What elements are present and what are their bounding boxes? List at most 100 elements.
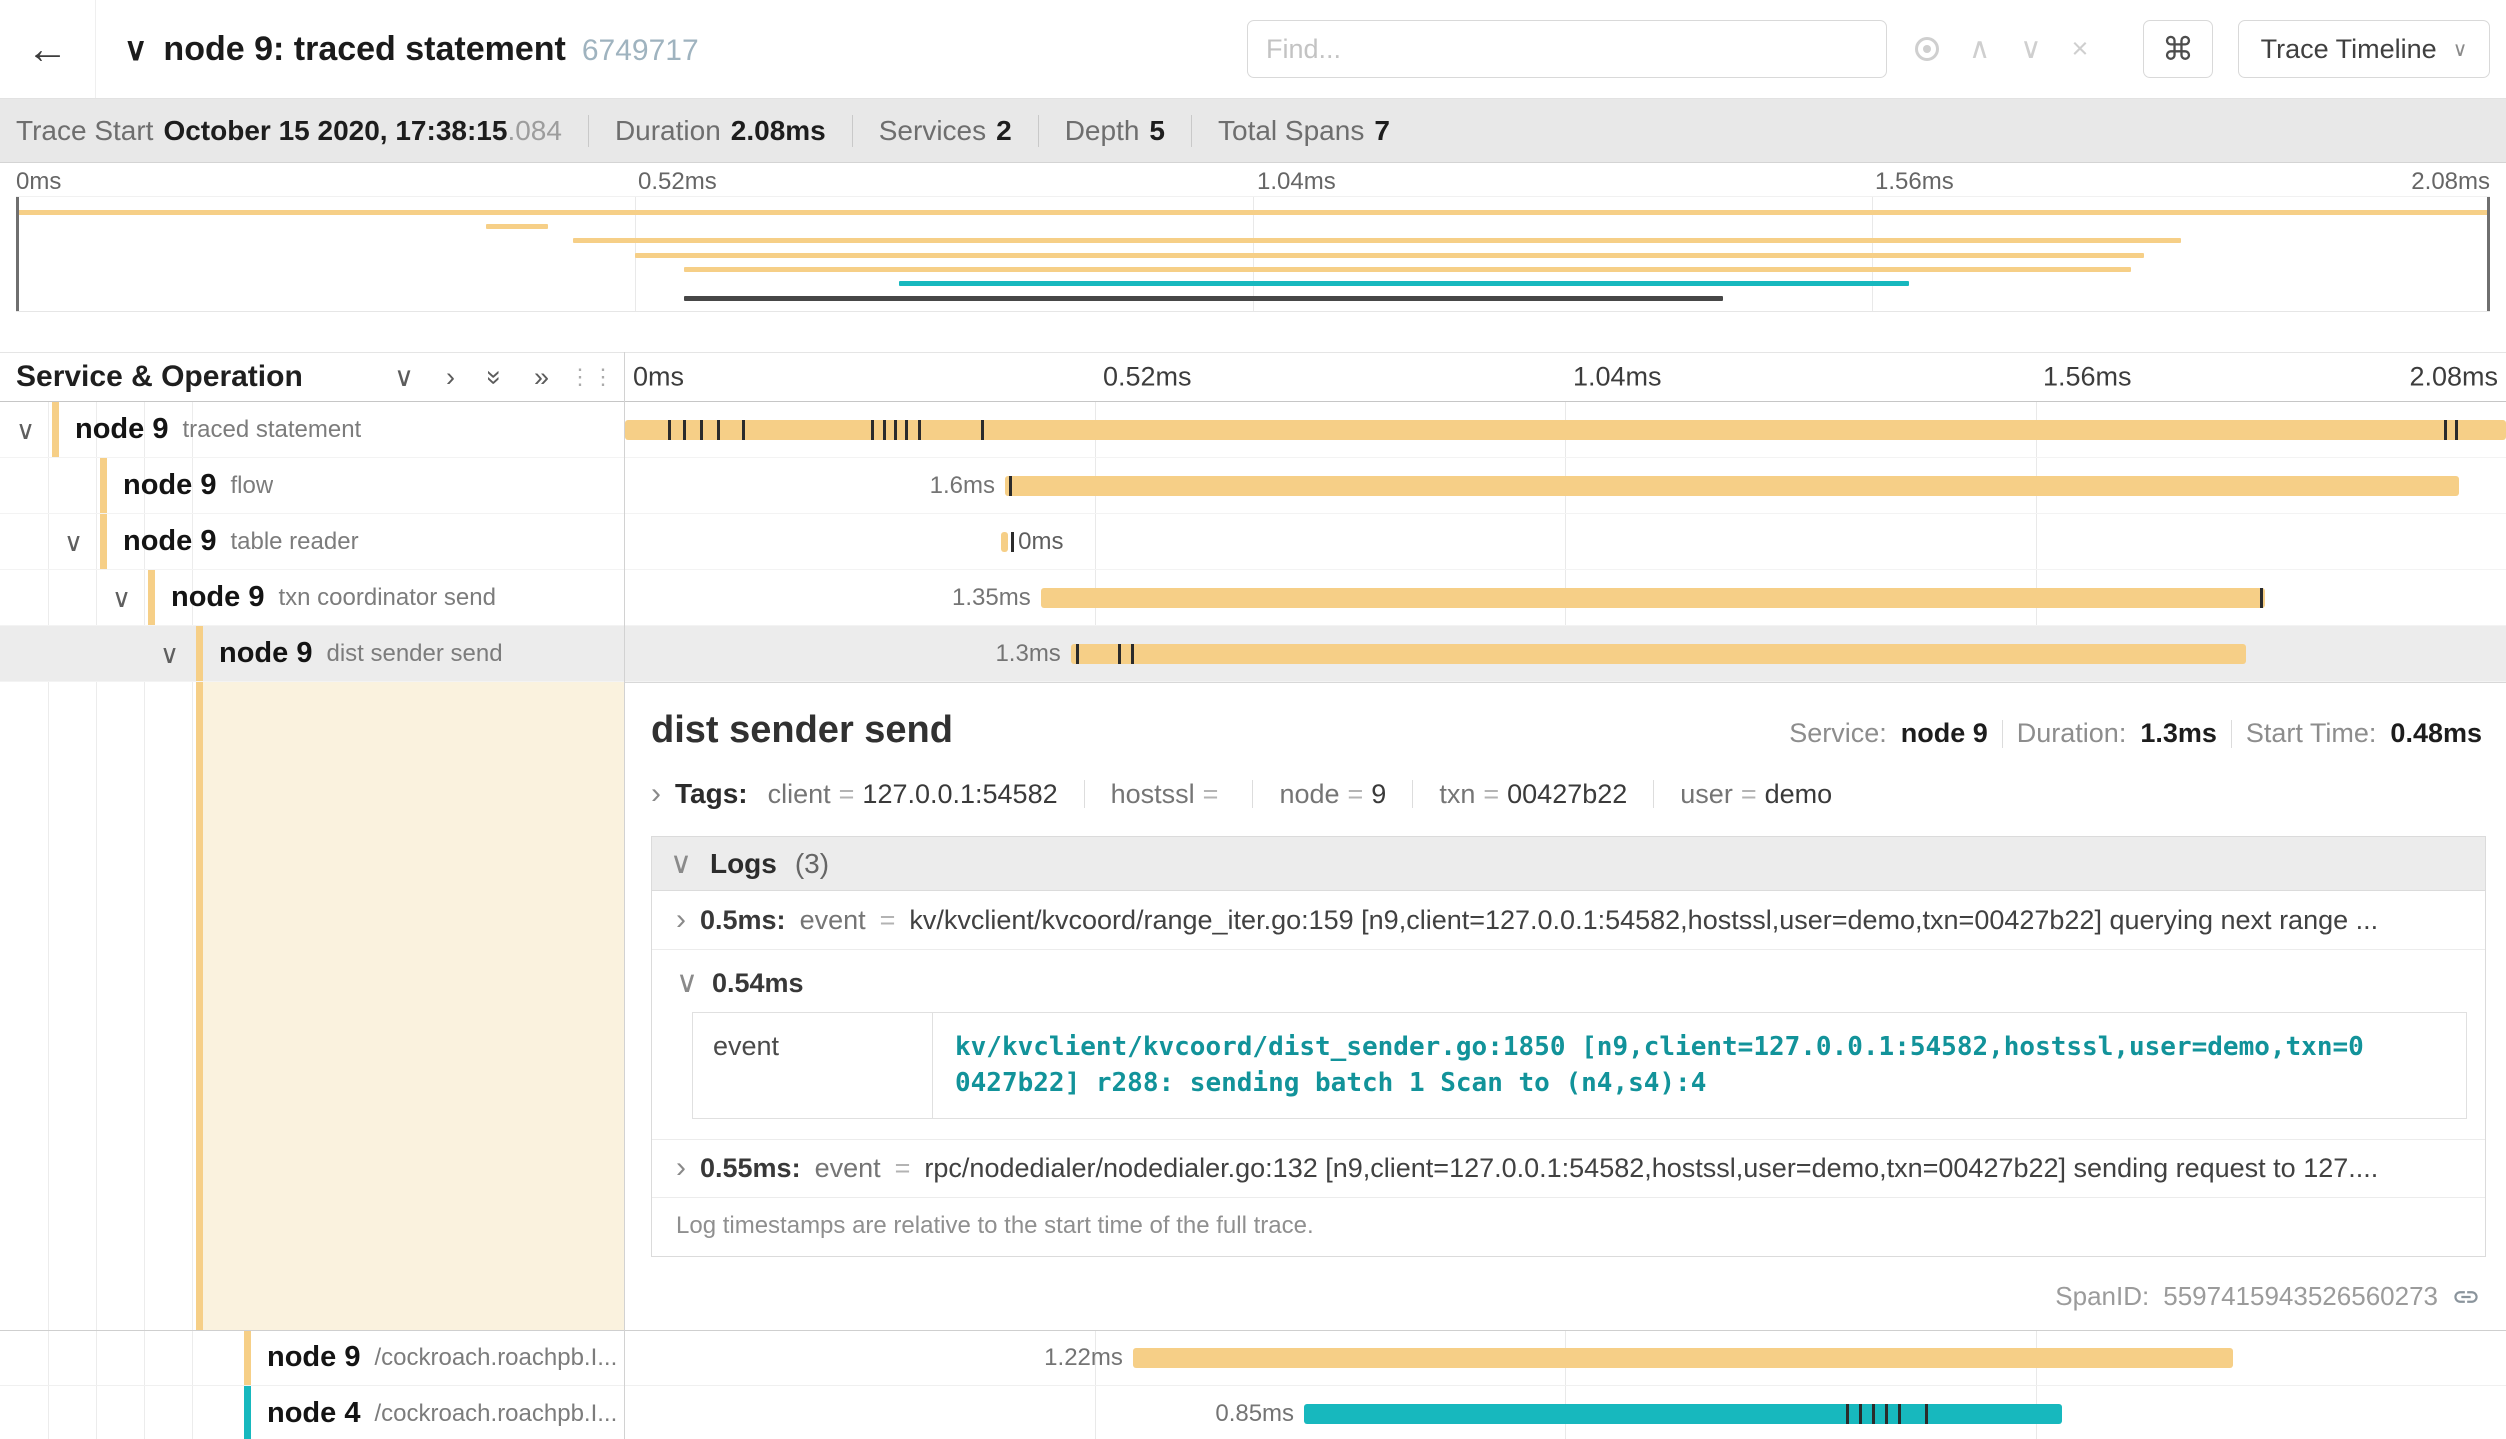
collapse-controls: ∨ › » » bbox=[394, 364, 549, 391]
divider bbox=[1084, 780, 1085, 808]
divider bbox=[852, 115, 853, 147]
span-duration-label: 1.35ms bbox=[952, 584, 1031, 612]
chevron-right-icon: › bbox=[676, 905, 686, 935]
span-row-node9-batch[interactable]: node 9 /cockroach.roachpb.I... 1.22ms bbox=[0, 1330, 2506, 1386]
timeline-tick: 1.04ms bbox=[1573, 362, 1662, 393]
span-row-dist-sender-send[interactable]: ∨ node 9 dist sender send 1.3ms bbox=[0, 626, 2506, 682]
minimap-right-scrubber[interactable] bbox=[2487, 197, 2490, 311]
span-name-cell: node 9 flow bbox=[0, 458, 625, 513]
log-entry-expanded-header[interactable]: ∨ 0.54ms bbox=[676, 960, 2467, 1006]
services-value: 2 bbox=[996, 115, 1012, 147]
column-divider[interactable] bbox=[624, 352, 625, 1439]
minimap-span bbox=[635, 253, 2144, 258]
timeline-tick: 0ms bbox=[633, 362, 684, 393]
collapse-one-icon[interactable]: ∨ bbox=[394, 364, 414, 391]
span-track[interactable]: 1.35ms bbox=[625, 570, 2506, 625]
span-id-label: SpanID: bbox=[2055, 1281, 2149, 1312]
service-stat-value: node 9 bbox=[1901, 718, 1988, 749]
services-label: Services bbox=[879, 115, 986, 147]
operation-name: dist sender send bbox=[326, 640, 502, 668]
chevron-down-icon[interactable]: ∨ bbox=[112, 585, 148, 611]
service-color-bar bbox=[52, 402, 59, 457]
log-field-value: rpc/nodedialer/nodedialer.go:132 [n9,cli… bbox=[924, 1153, 2467, 1184]
match-highlight-icon[interactable] bbox=[1915, 37, 1939, 61]
span-name-cell: ∨ node 9 dist sender send bbox=[0, 626, 625, 681]
column-resize-grip[interactable]: ⋮⋮ bbox=[569, 364, 615, 390]
deep-link-icon[interactable] bbox=[2452, 1283, 2480, 1311]
trace-start-ms: .084 bbox=[507, 115, 562, 146]
operation-name: flow bbox=[230, 472, 273, 500]
keyboard-shortcuts-button[interactable]: ⌘ bbox=[2143, 20, 2213, 78]
span-bar[interactable] bbox=[1133, 1348, 2233, 1368]
log-tick-layer bbox=[625, 514, 2506, 569]
span-track[interactable] bbox=[625, 402, 2506, 457]
span-row-traced-statement[interactable]: ∨ node 9 traced statement bbox=[0, 402, 2506, 458]
span-bar[interactable] bbox=[1041, 588, 2266, 608]
tag-item: node=9 bbox=[1279, 779, 1386, 810]
divider bbox=[2002, 720, 2003, 748]
service-color-bar bbox=[244, 1330, 251, 1385]
jaeger-trace-view: ← ∨ node 9: traced statement6749717 ∧ ∨ … bbox=[0, 0, 2506, 1439]
span-row-txn-coordinator-send[interactable]: ∨ node 9 txn coordinator send 1.35ms bbox=[0, 570, 2506, 626]
page-title: node 9: traced statement6749717 bbox=[163, 30, 698, 69]
depth-label: Depth bbox=[1065, 115, 1140, 147]
span-id-row: SpanID: 5597415943526560273 bbox=[2055, 1281, 2480, 1312]
minimap-canvas[interactable] bbox=[16, 196, 2490, 312]
span-bar[interactable] bbox=[1071, 644, 2247, 664]
tags-accordion[interactable]: › Tags: client=127.0.0.1:54582 hostssl= … bbox=[625, 760, 2506, 824]
service-operation-header: Service & Operation bbox=[16, 360, 303, 394]
chevron-down-icon[interactable]: ∨ bbox=[160, 641, 196, 667]
minimap-tick: 0.52ms bbox=[638, 168, 717, 196]
back-button[interactable]: ← bbox=[0, 0, 96, 98]
span-row-table-reader[interactable]: ∨ node 9 table reader 0ms bbox=[0, 514, 2506, 570]
span-row-flow[interactable]: node 9 flow 1.6ms bbox=[0, 458, 2506, 514]
span-name-cell: ∨ node 9 table reader bbox=[0, 514, 625, 569]
trace-start-label: Trace Start bbox=[16, 115, 153, 147]
trace-collapse-icon[interactable]: ∨ bbox=[124, 30, 147, 68]
log-timestamp: 0.55ms: bbox=[700, 1153, 801, 1184]
span-bar[interactable] bbox=[1304, 1404, 2062, 1424]
collapse-all-icon[interactable]: » bbox=[481, 369, 508, 384]
chevron-right-icon[interactable]: › bbox=[651, 779, 661, 809]
divider bbox=[1038, 115, 1039, 147]
log-fields-table: event kv/kvclient/kvcoord/dist_sender.go… bbox=[692, 1012, 2467, 1119]
service-name: node 9 bbox=[267, 1341, 360, 1374]
chevron-down-icon: ∨ bbox=[670, 849, 692, 879]
tag-item: user=demo bbox=[1680, 779, 1832, 810]
span-detail-stats: Service: node 9 Duration: 1.3ms Start Ti… bbox=[1789, 718, 2482, 749]
find-next-icon[interactable]: ∨ bbox=[2020, 35, 2041, 64]
find-prev-icon[interactable]: ∧ bbox=[1969, 35, 1990, 64]
minimap-left-scrubber[interactable] bbox=[16, 197, 19, 311]
minimap-span bbox=[16, 210, 2490, 215]
service-color-bar bbox=[148, 570, 155, 625]
span-track[interactable]: 0ms bbox=[625, 514, 2506, 569]
span-bar[interactable] bbox=[1005, 476, 2459, 496]
span-name-cell: node 9 /cockroach.roachpb.I... bbox=[0, 1330, 625, 1385]
span-track[interactable]: 0.85ms bbox=[625, 1386, 2506, 1439]
timeline-tick-labels: 0ms 0.52ms 1.04ms 1.56ms 2.08ms bbox=[625, 353, 2506, 401]
span-track[interactable]: 1.6ms bbox=[625, 458, 2506, 513]
chevron-down-icon[interactable]: ∨ bbox=[64, 529, 100, 555]
minimap-tick: 1.04ms bbox=[1257, 168, 1336, 196]
logs-accordion-header[interactable]: ∨ Logs (3) bbox=[652, 837, 2485, 891]
trace-view-selector[interactable]: Trace Timeline ∨ bbox=[2238, 20, 2490, 78]
span-track[interactable]: 1.3ms bbox=[625, 626, 2506, 681]
trace-title: node 9: traced statement bbox=[163, 30, 565, 68]
find-input[interactable] bbox=[1247, 20, 1887, 78]
span-track[interactable]: 1.22ms bbox=[625, 1330, 2506, 1385]
chevron-down-icon[interactable]: ∨ bbox=[16, 417, 52, 443]
service-stat-label: Service: bbox=[1789, 718, 1887, 749]
expand-all-icon[interactable]: » bbox=[534, 364, 549, 391]
span-row-node4-batch[interactable]: node 4 /cockroach.roachpb.I... 0.85ms bbox=[0, 1386, 2506, 1439]
log-entry-collapsed[interactable]: › 0.5ms: event = kv/kvclient/kvcoord/ran… bbox=[652, 891, 2485, 949]
tags-label: Tags: bbox=[675, 778, 748, 810]
find-clear-icon[interactable]: × bbox=[2071, 35, 2088, 64]
log-entry-collapsed[interactable]: › 0.55ms: event = rpc/nodedialer/nodedia… bbox=[652, 1139, 2485, 1197]
timeline-tick: 0.52ms bbox=[1103, 362, 1192, 393]
span-bar[interactable] bbox=[1001, 532, 1008, 552]
span-detail-panel: dist sender send Service: node 9 Duratio… bbox=[625, 682, 2506, 1330]
minimap-tick: 1.56ms bbox=[1875, 168, 1954, 196]
span-bar[interactable] bbox=[625, 420, 2506, 440]
expand-one-icon[interactable]: › bbox=[446, 364, 455, 391]
logs-accordion: ∨ Logs (3) › 0.5ms: event = kv/kvclient/… bbox=[651, 836, 2486, 1257]
